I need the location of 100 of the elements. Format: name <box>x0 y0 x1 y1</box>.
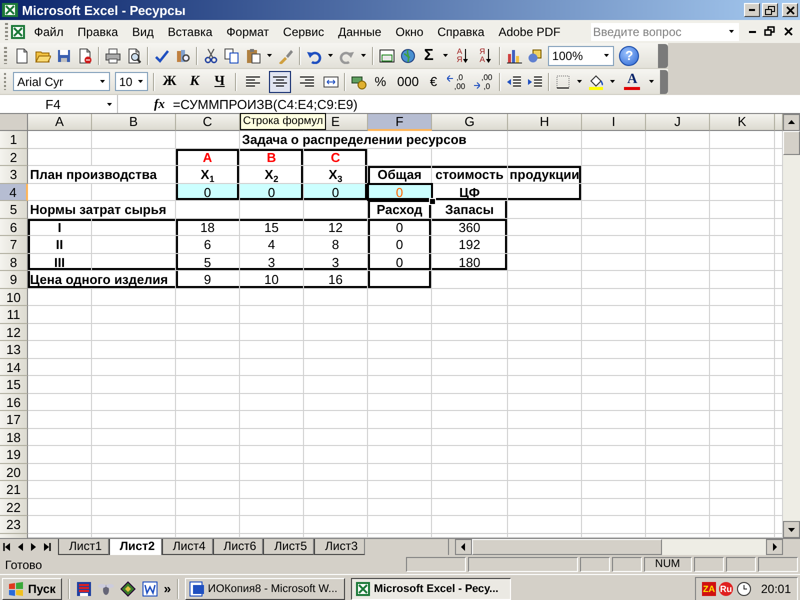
row-header[interactable]: 23 <box>0 516 28 534</box>
sheet-tab[interactable]: Лист5 <box>263 539 314 555</box>
sheet-cell[interactable] <box>646 446 710 464</box>
floppy-icon[interactable] <box>76 580 92 596</box>
sheet-cell[interactable] <box>432 324 508 341</box>
sheet-cell[interactable] <box>92 446 176 464</box>
row-header[interactable]: 21 <box>0 481 28 499</box>
tray-icon[interactable]: ZA <box>702 582 716 596</box>
sheet-cell[interactable] <box>28 499 92 516</box>
sheet-cell[interactable] <box>28 411 92 429</box>
sheet-cell[interactable] <box>432 429 508 446</box>
scroll-thumb[interactable] <box>783 131 800 155</box>
sheet-cell[interactable] <box>28 446 92 464</box>
sheet-cell[interactable] <box>432 481 508 499</box>
sheet-cell[interactable]: 18 <box>176 219 240 236</box>
sheet-cell[interactable] <box>432 394 508 411</box>
scroll-down-icon[interactable] <box>783 521 800 538</box>
caret-icon[interactable] <box>729 30 734 33</box>
sheet-cell[interactable] <box>304 289 368 306</box>
sheet-cell[interactable] <box>92 131 176 149</box>
clock-icon[interactable] <box>736 580 752 596</box>
column-header[interactable]: J <box>646 114 710 131</box>
borders-icon[interactable] <box>555 74 572 90</box>
indent-icon[interactable] <box>527 74 544 90</box>
row-header[interactable]: 15 <box>0 376 28 394</box>
sheet-cell[interactable] <box>368 359 432 376</box>
sheet-cell[interactable] <box>710 201 775 219</box>
sheet-cell[interactable] <box>646 341 710 359</box>
sheet-cell[interactable] <box>368 271 432 289</box>
sheet-cell[interactable] <box>508 499 582 516</box>
sheet-cell[interactable] <box>646 481 710 499</box>
sheet-cell[interactable] <box>582 464 646 481</box>
sheet-cell[interactable] <box>508 411 582 429</box>
column-header[interactable]: F <box>368 114 432 131</box>
row-header[interactable]: 12 <box>0 324 28 341</box>
sheet-cell[interactable]: 192 <box>432 236 508 254</box>
row-header[interactable]: 10 <box>0 289 28 306</box>
sheet-cell[interactable] <box>304 376 368 394</box>
sheet-cell[interactable] <box>432 359 508 376</box>
sheet-cell[interactable] <box>582 446 646 464</box>
workbook-icon[interactable] <box>11 24 27 40</box>
tray-icon[interactable]: Ru <box>718 582 733 596</box>
sheet-cell[interactable]: 15 <box>240 219 304 236</box>
sheet-cell[interactable] <box>176 324 240 341</box>
sheet-cell[interactable] <box>432 516 508 534</box>
sheet-cell[interactable] <box>432 411 508 429</box>
sheet-cell[interactable] <box>646 166 710 184</box>
sheet-cell[interactable]: C <box>304 149 368 166</box>
sheet-cell[interactable] <box>582 289 646 306</box>
sheet-cell[interactable] <box>582 254 646 271</box>
column-header[interactable]: G <box>432 114 508 131</box>
sheet-cell[interactable] <box>710 446 775 464</box>
diamond-icon[interactable] <box>120 580 136 596</box>
column-header[interactable]: H <box>508 114 582 131</box>
sheet-cell[interactable] <box>582 236 646 254</box>
sheet-cell[interactable] <box>710 254 775 271</box>
sheet-cell[interactable]: 0 <box>368 236 432 254</box>
sheet-cell[interactable] <box>176 446 240 464</box>
sheet-cell[interactable] <box>646 376 710 394</box>
sheet-cell[interactable]: 5 <box>176 254 240 271</box>
row-header[interactable]: 19 <box>0 446 28 464</box>
menu-item[interactable]: Окно <box>388 24 430 38</box>
sheet-cell[interactable] <box>508 254 582 271</box>
sheet-cell[interactable] <box>508 184 582 201</box>
sheet-cell[interactable] <box>28 149 92 166</box>
decrease-decimal-button[interactable]: ,00 ,0 <box>472 70 494 92</box>
sheet-cell[interactable] <box>176 359 240 376</box>
sheet-tab[interactable]: Лист6 <box>212 539 264 555</box>
sheet-cell[interactable] <box>582 131 646 149</box>
sheet-cell[interactable] <box>710 219 775 236</box>
first-sheet-icon[interactable] <box>2 540 13 554</box>
sort-ascending-button[interactable]: А Я <box>454 44 472 66</box>
font-field[interactable]: Arial Cyr <box>13 72 110 91</box>
sheet-cell[interactable] <box>582 359 646 376</box>
sheet-cell[interactable] <box>432 306 508 324</box>
row-header[interactable]: 16 <box>0 394 28 411</box>
menu-item[interactable]: Справка <box>430 24 492 38</box>
shapes-icon[interactable] <box>527 48 544 64</box>
row-header[interactable]: 6 <box>0 219 28 236</box>
minimize-icon[interactable] <box>749 30 756 32</box>
sheet-tab[interactable]: Лист4 <box>162 539 213 555</box>
horizontal-scrollbar[interactable] <box>455 539 783 555</box>
sheet-cell[interactable] <box>710 271 775 289</box>
sheet-cell[interactable] <box>304 359 368 376</box>
sheet-cell[interactable] <box>710 341 775 359</box>
function-button[interactable]: fx <box>154 96 165 112</box>
sheet-cell[interactable]: 0 <box>240 184 304 201</box>
sheet-cell[interactable] <box>508 306 582 324</box>
sheet-cell[interactable] <box>368 499 432 516</box>
bold-button[interactable]: Ж <box>160 70 180 92</box>
last-sheet-icon[interactable] <box>41 540 52 554</box>
row-header[interactable]: 9 <box>0 271 28 289</box>
column-header[interactable]: B <box>92 114 176 131</box>
sheet-cell[interactable]: Цена одного изделия <box>28 271 176 289</box>
page-icon[interactable] <box>77 48 93 64</box>
sheet-cell[interactable] <box>304 446 368 464</box>
sheet-cell[interactable] <box>646 289 710 306</box>
scroll-right-icon[interactable] <box>766 539 783 555</box>
sheet-cell[interactable] <box>582 341 646 359</box>
sheet-cell[interactable] <box>28 359 92 376</box>
